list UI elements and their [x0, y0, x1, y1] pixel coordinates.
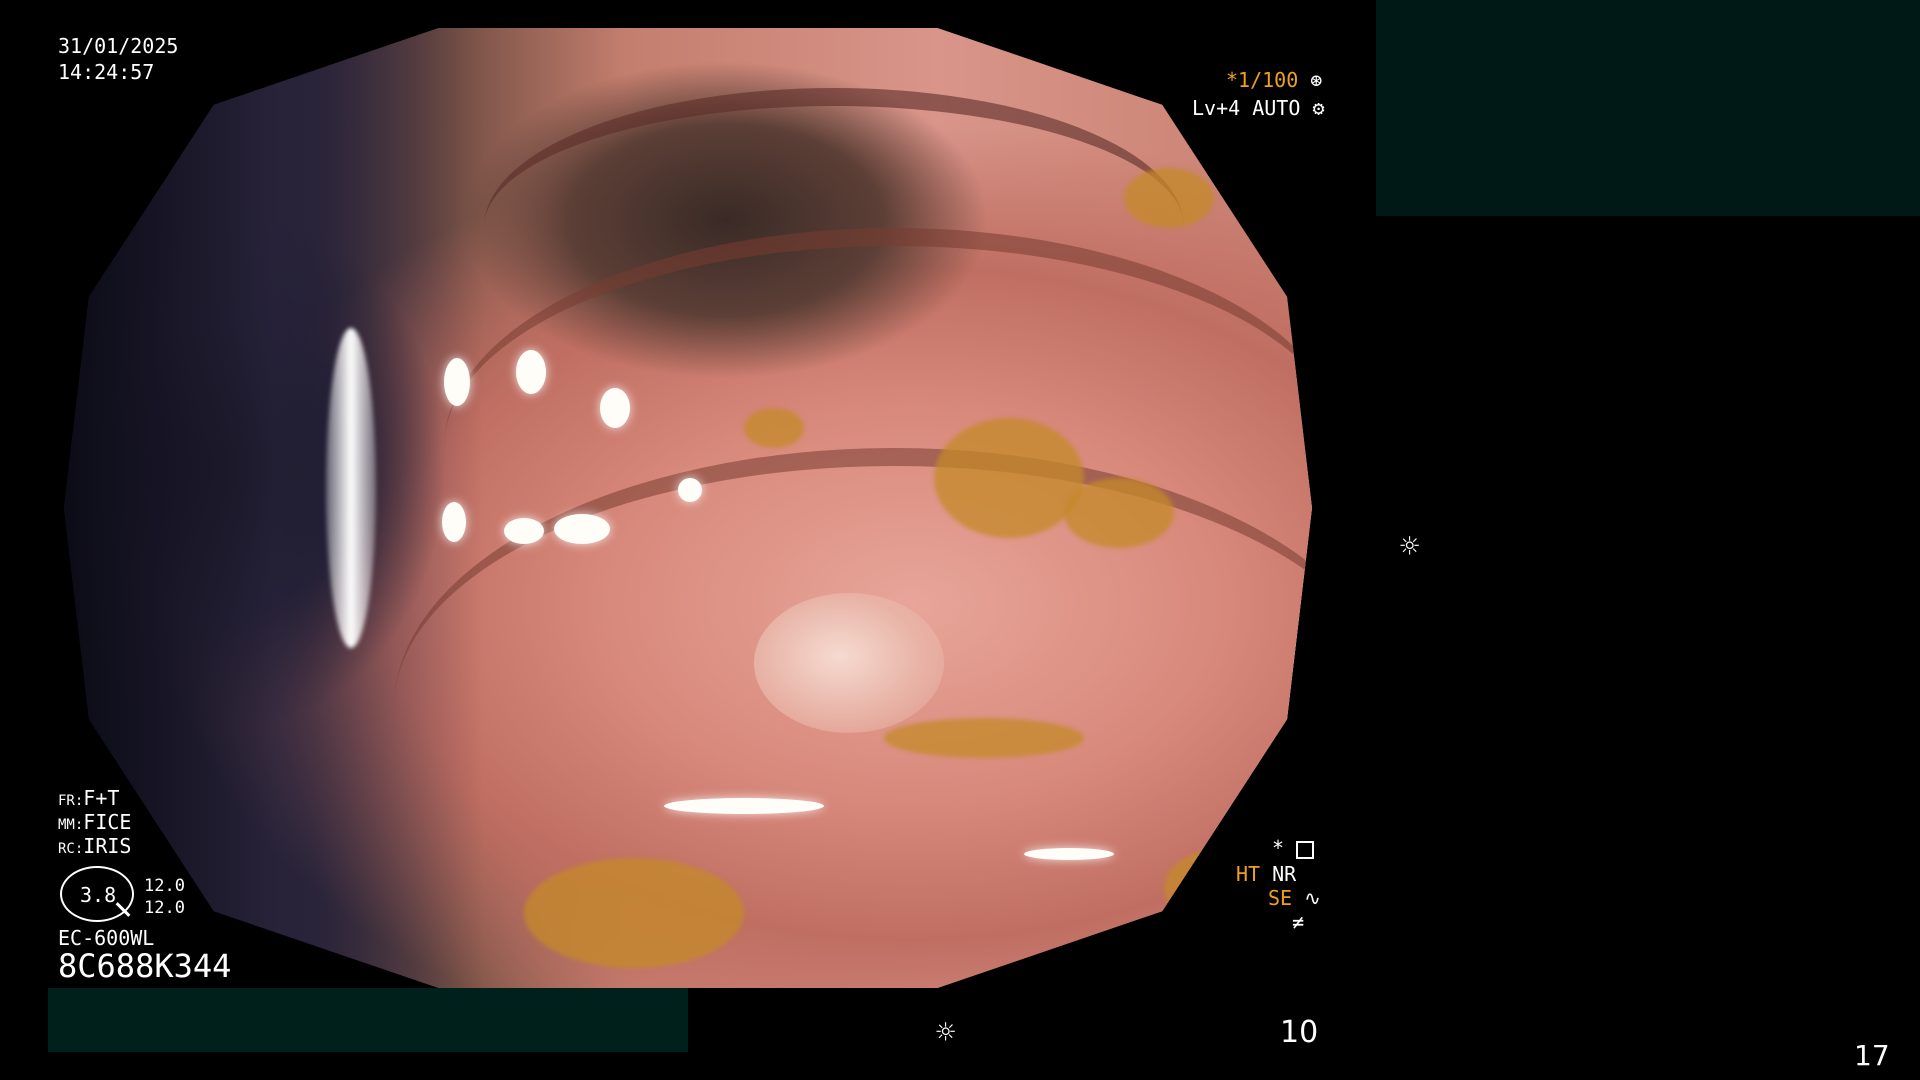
overlay-panel-top-right	[1376, 0, 1920, 216]
rc-value: IRIS	[83, 834, 132, 858]
auto-label: AUTO	[1252, 96, 1301, 120]
fr-row: FR:F+T	[58, 786, 119, 813]
star-label: *	[1272, 836, 1285, 860]
se-row: SE ∿	[1268, 886, 1321, 910]
brightness-icon: ☼	[936, 1013, 956, 1051]
ht-nr-row: HT NR	[1236, 862, 1296, 886]
date-label: 31/01/2025	[58, 34, 179, 58]
mode-icon	[1296, 840, 1315, 859]
rc-row: RC:IRIS	[58, 834, 131, 861]
scope-serial: 8C688K344	[58, 947, 232, 985]
zoom-indicator: 3.8	[60, 866, 134, 922]
nr-label: NR	[1272, 862, 1297, 886]
frame-number: 10	[1280, 1015, 1319, 1050]
ht-label: HT	[1236, 862, 1261, 886]
level-label: Lv+4	[1192, 96, 1241, 120]
aperture-icon: ⊛	[1310, 68, 1323, 92]
debris	[1064, 478, 1174, 548]
debris	[884, 718, 1084, 758]
time-label: 14:24:57	[58, 60, 155, 84]
side-value-2: 12.0	[144, 898, 185, 918]
debris	[744, 408, 804, 448]
zoom-value: 3.8	[80, 883, 117, 907]
debris	[1124, 168, 1214, 228]
wave-icon: ∿	[1304, 886, 1321, 910]
side-value-1: 12.0	[144, 876, 185, 896]
shutter-row: *1/100 ⊛	[1226, 68, 1322, 92]
debris	[934, 418, 1084, 538]
mm-value: FICE	[83, 810, 132, 834]
light-reflection	[678, 478, 702, 502]
mm-label: MM:	[58, 817, 84, 833]
polyp-lesion	[754, 593, 944, 733]
light-reflection	[554, 514, 610, 544]
light-reflection	[1024, 848, 1114, 860]
light-reflection	[664, 798, 824, 814]
mucosal-fold	[484, 88, 1184, 366]
gear-icon: ⚙	[1312, 96, 1325, 120]
light-reflection	[444, 358, 470, 406]
rc-label: RC:	[58, 841, 84, 857]
overlay-panel-bottom-left	[48, 988, 688, 1052]
star-row: *	[1272, 836, 1315, 860]
light-reflection	[600, 388, 630, 428]
endoscope-view	[64, 28, 1312, 988]
light-reflection	[504, 518, 544, 544]
debris	[1164, 848, 1284, 928]
specular-highlight-left	[326, 328, 376, 648]
zoom-handle	[115, 902, 131, 917]
light-reflection	[516, 350, 546, 394]
debris	[524, 858, 744, 968]
page-number: 17	[1854, 1039, 1890, 1072]
level-row: Lv+4 AUTO ⚙	[1192, 96, 1324, 120]
slash-icon: ≠	[1292, 910, 1305, 934]
shutter-label: *1/100	[1226, 68, 1299, 92]
light-reflection	[442, 502, 466, 542]
mm-row: MM:FICE	[58, 810, 131, 837]
fr-label: FR:	[58, 793, 84, 809]
fr-value: F+T	[83, 786, 120, 810]
se-label: SE	[1268, 886, 1293, 910]
brightness-icon: ☼	[1400, 527, 1420, 565]
